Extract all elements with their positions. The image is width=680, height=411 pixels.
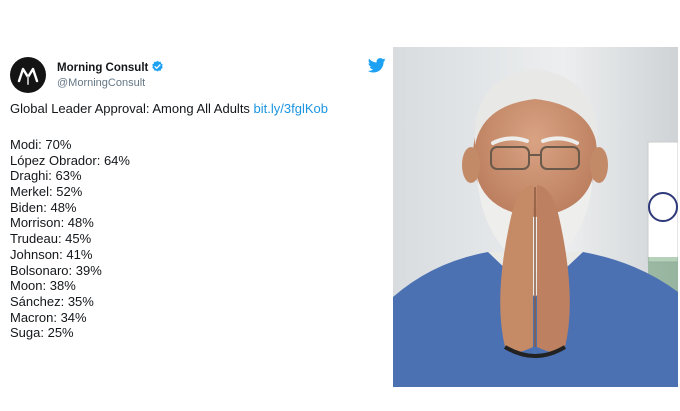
tweet-card: Morning Consult @MorningConsult Global L… xyxy=(0,0,680,411)
approval-item: Bolsonaro: 39% xyxy=(10,262,102,278)
approval-item: Merkel: 52% xyxy=(10,184,83,200)
approval-item: Sánchez: 35% xyxy=(10,293,94,309)
attached-photo[interactable] xyxy=(393,47,678,387)
tweet-text: Global Leader Approval: Among All Adults… xyxy=(10,100,385,117)
tweet-header: Morning Consult @MorningConsult xyxy=(10,57,390,95)
twitter-bird-icon[interactable] xyxy=(368,58,386,73)
approval-item: Suga: 25% xyxy=(10,325,74,341)
account-avatar[interactable] xyxy=(10,57,46,93)
verified-badge-icon xyxy=(152,60,164,72)
approval-item: Macron: 34% xyxy=(10,309,87,325)
approval-item: Modi: 70% xyxy=(10,137,72,152)
approval-item: Trudeau: 45% xyxy=(10,231,92,247)
approval-item: López Obrador: 64% xyxy=(10,152,130,168)
approval-item: Morrison: 48% xyxy=(10,215,94,231)
approval-list: Modi: 70% López Obrador: 64% Draghi: 63%… xyxy=(10,137,130,341)
approval-item: Johnson: 41% xyxy=(10,246,93,262)
approval-item: Biden: 48% xyxy=(10,199,77,215)
account-name-row[interactable]: Morning Consult xyxy=(57,60,164,74)
account-handle[interactable]: @MorningConsult xyxy=(57,77,145,89)
tweet-link[interactable]: bit.ly/3fglKob xyxy=(254,101,328,116)
tweet-text-body: Global Leader Approval: Among All Adults xyxy=(10,101,254,116)
portrait-image xyxy=(393,47,678,387)
account-name[interactable]: Morning Consult xyxy=(57,62,148,74)
approval-item: Moon: 38% xyxy=(10,278,76,294)
morning-consult-logo-icon xyxy=(17,67,39,85)
approval-item: Draghi: 63% xyxy=(10,168,82,184)
